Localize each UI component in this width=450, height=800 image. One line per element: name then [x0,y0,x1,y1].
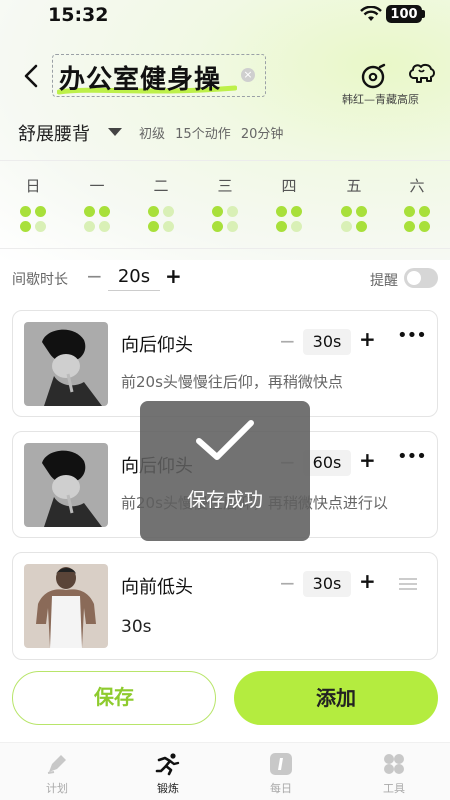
tab-plan[interactable]: 计划 [27,751,87,796]
save-button[interactable]: 保存 [12,671,216,725]
status-bar: 15:32 100 [0,0,450,30]
status-time: 15:32 [48,4,109,26]
day-label: 五 [346,177,362,195]
exercise-duration[interactable]: 60s [303,450,351,476]
day-fri[interactable]: 五 [334,175,374,232]
tools-icon [364,751,424,777]
rest-interval-label: 间歇时长 [12,272,68,288]
day-label: 四 [281,177,297,195]
day-label: 日 [25,177,41,195]
exercise-thumbnail [24,564,108,648]
rest-interval-value[interactable]: 20s [108,266,160,291]
clear-icon[interactable]: × [241,68,255,82]
day-mon[interactable]: 一 [77,175,117,232]
duration-decrease-button[interactable]: − [279,329,296,353]
day-dots [334,206,374,232]
tab-label: 计划 [46,782,68,795]
plan-level: 初级 [139,127,166,142]
day-label: 二 [153,177,169,195]
day-dots [397,206,437,232]
bottom-tab-bar: 计划 锻炼 每日 工具 [0,742,450,800]
week-schedule: 日 一 二 三 四 五 六 [0,175,450,245]
duration-increase-button[interactable]: + [359,569,376,593]
exercise-duration[interactable]: 30s [303,571,351,597]
music-disc-icon[interactable] [360,62,388,90]
run-icon [138,751,198,777]
day-dots [77,206,117,232]
add-button[interactable]: 添加 [234,671,438,725]
divider [0,160,450,161]
success-toast: 保存成功 [140,401,310,541]
day-sat[interactable]: 六 [397,175,437,232]
exercise-name: 向后仰头 [121,335,193,356]
day-dots [269,206,309,232]
check-icon [196,420,254,460]
tab-workout[interactable]: 锻炼 [138,751,198,796]
day-label: 三 [217,177,233,195]
day-dots [141,206,181,232]
day-label: 一 [89,177,105,195]
title-edit-box[interactable]: 办公室健身操 × [52,54,266,97]
daily-icon [251,751,311,777]
day-thu[interactable]: 四 [269,175,309,232]
duration-increase-button[interactable]: + [359,327,376,351]
rest-increase-button[interactable]: + [165,264,182,288]
rest-decrease-button[interactable]: − [86,264,103,288]
tab-label: 工具 [383,782,405,795]
more-icon[interactable]: ••• [397,325,427,346]
day-sun[interactable]: 日 [13,175,53,232]
exercise-description: 前20s头慢慢往后仰，再稍微快点 [121,373,343,391]
wifi-icon [360,6,382,21]
tab-label: 锻炼 [157,782,179,795]
battery-cap [422,10,425,18]
duration-decrease-button[interactable]: − [279,571,296,595]
remind-label: 提醒 [370,273,398,289]
divider [0,248,450,249]
music-caption: 韩红—青藏高原 [342,93,419,106]
day-wed[interactable]: 三 [205,175,245,232]
back-icon[interactable] [20,62,44,90]
toast-message: 保存成功 [186,489,263,511]
exercise-duration[interactable]: 30s [303,329,351,355]
exercise-description: 30s [121,617,152,637]
exercise-thumbnail [24,322,108,406]
exercise-name: 向前低头 [121,577,193,598]
remind-toggle[interactable] [404,268,438,288]
plan-count: 15个动作 [175,127,231,142]
day-dots [205,206,245,232]
brain-icon[interactable] [407,60,437,90]
drag-handle-icon[interactable] [399,578,417,593]
toggle-knob [407,271,421,285]
caret-down-icon[interactable] [108,128,122,136]
tab-tools[interactable]: 工具 [364,751,424,796]
duration-increase-button[interactable]: + [359,448,376,472]
plan-duration: 20分钟 [240,127,284,142]
battery-icon: 100 [386,5,422,23]
exercise-card[interactable]: 向前低头 − 30s + 30s [12,552,438,660]
exercise-thumbnail [24,443,108,527]
day-label: 六 [409,177,425,195]
day-dots [13,206,53,232]
tab-label: 每日 [270,782,292,795]
day-tue[interactable]: 二 [141,175,181,232]
plan-selector[interactable]: 舒展腰背 [18,120,90,146]
plan-meta: 初级 15个动作 20分钟 [139,123,289,142]
pen-icon [27,751,87,777]
more-icon[interactable]: ••• [397,446,427,467]
page-title: 办公室健身操 [59,65,222,95]
tab-daily[interactable]: 每日 [251,751,311,796]
